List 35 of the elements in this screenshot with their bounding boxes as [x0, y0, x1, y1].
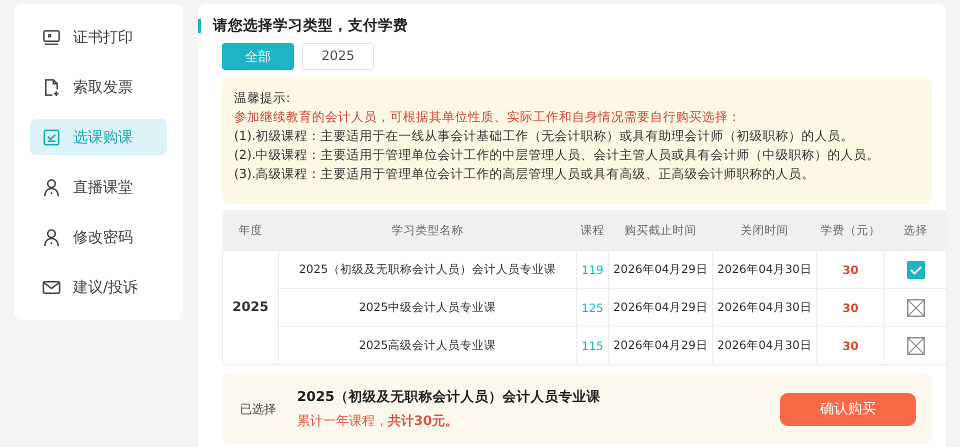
- table-cell: 2026年04月29日: [608, 288, 712, 326]
- column-header: 学习类型名称: [278, 210, 576, 250]
- notice-line: (1).初级课程：主要适用于在一线从事会计基础工作（无会计职称）或具有助理会计师（初级职称）的人员。: [234, 127, 855, 145]
- table-cell: 2025高级会计人员专业课: [278, 326, 576, 364]
- sidebar-item[interactable]: 证书打印: [30, 19, 167, 55]
- notice-heading: 温馨提示:: [234, 89, 292, 107]
- table-cell: 2026年04月30日: [712, 250, 816, 288]
- section-title: 请您选择学习类型，支付学费: [213, 16, 408, 35]
- filter-tab[interactable]: 2025: [302, 43, 374, 70]
- table-cell: 2026年04月30日: [712, 326, 816, 364]
- column-header: 年度: [222, 210, 278, 250]
- sidebar-item[interactable]: 索取发票: [30, 69, 167, 105]
- column-header: 选择: [884, 210, 946, 250]
- column-header: 关闭时间: [712, 210, 816, 250]
- fee-cell: 30: [816, 250, 884, 288]
- notice-highlight: 参加继续教育的会计人员，可根据其单位性质、实际工作和自身情况需要自行购买选择：: [234, 108, 742, 126]
- fee-cell: 30: [816, 288, 884, 326]
- table-cell: 2025（初级及无职称会计人员）会计人员专业课: [278, 250, 576, 288]
- sidebar-item[interactable]: 修改密码: [30, 219, 167, 255]
- notice-line: (2).中级课程：主要适用于管理单位会计工作的中层管理人员、会计主管人员或具有会计师（中级职称）的人员。: [234, 146, 881, 164]
- table-cell: 2026年04月29日: [608, 326, 712, 364]
- column-header: 购买截止时间: [608, 210, 712, 250]
- total-text: 累计一年课程，共计30元。: [297, 413, 460, 430]
- sidebar-item[interactable]: 建议/投诉: [30, 269, 167, 305]
- column-header: 学费（元）: [816, 210, 884, 250]
- column-header: 课程: [576, 210, 608, 250]
- selected-label: 已选择: [240, 400, 277, 418]
- notice-line: (3).高级课程：主要适用于管理单位会计工作的高层管理人员或具有高级、正高级会计师职称的人员。: [234, 165, 816, 183]
- fee-cell: 30: [816, 326, 884, 364]
- selected-course: 2025（初级及无职称会计人员）会计人员专业课: [297, 388, 602, 406]
- year-cell: 2025: [222, 250, 278, 364]
- table-cell: 2026年04月29日: [608, 250, 712, 288]
- sidebar-item[interactable]: 直播课堂: [30, 169, 167, 205]
- table-cell: 2025中级会计人员专业课: [278, 288, 576, 326]
- table-cell: 2026年04月30日: [712, 288, 816, 326]
